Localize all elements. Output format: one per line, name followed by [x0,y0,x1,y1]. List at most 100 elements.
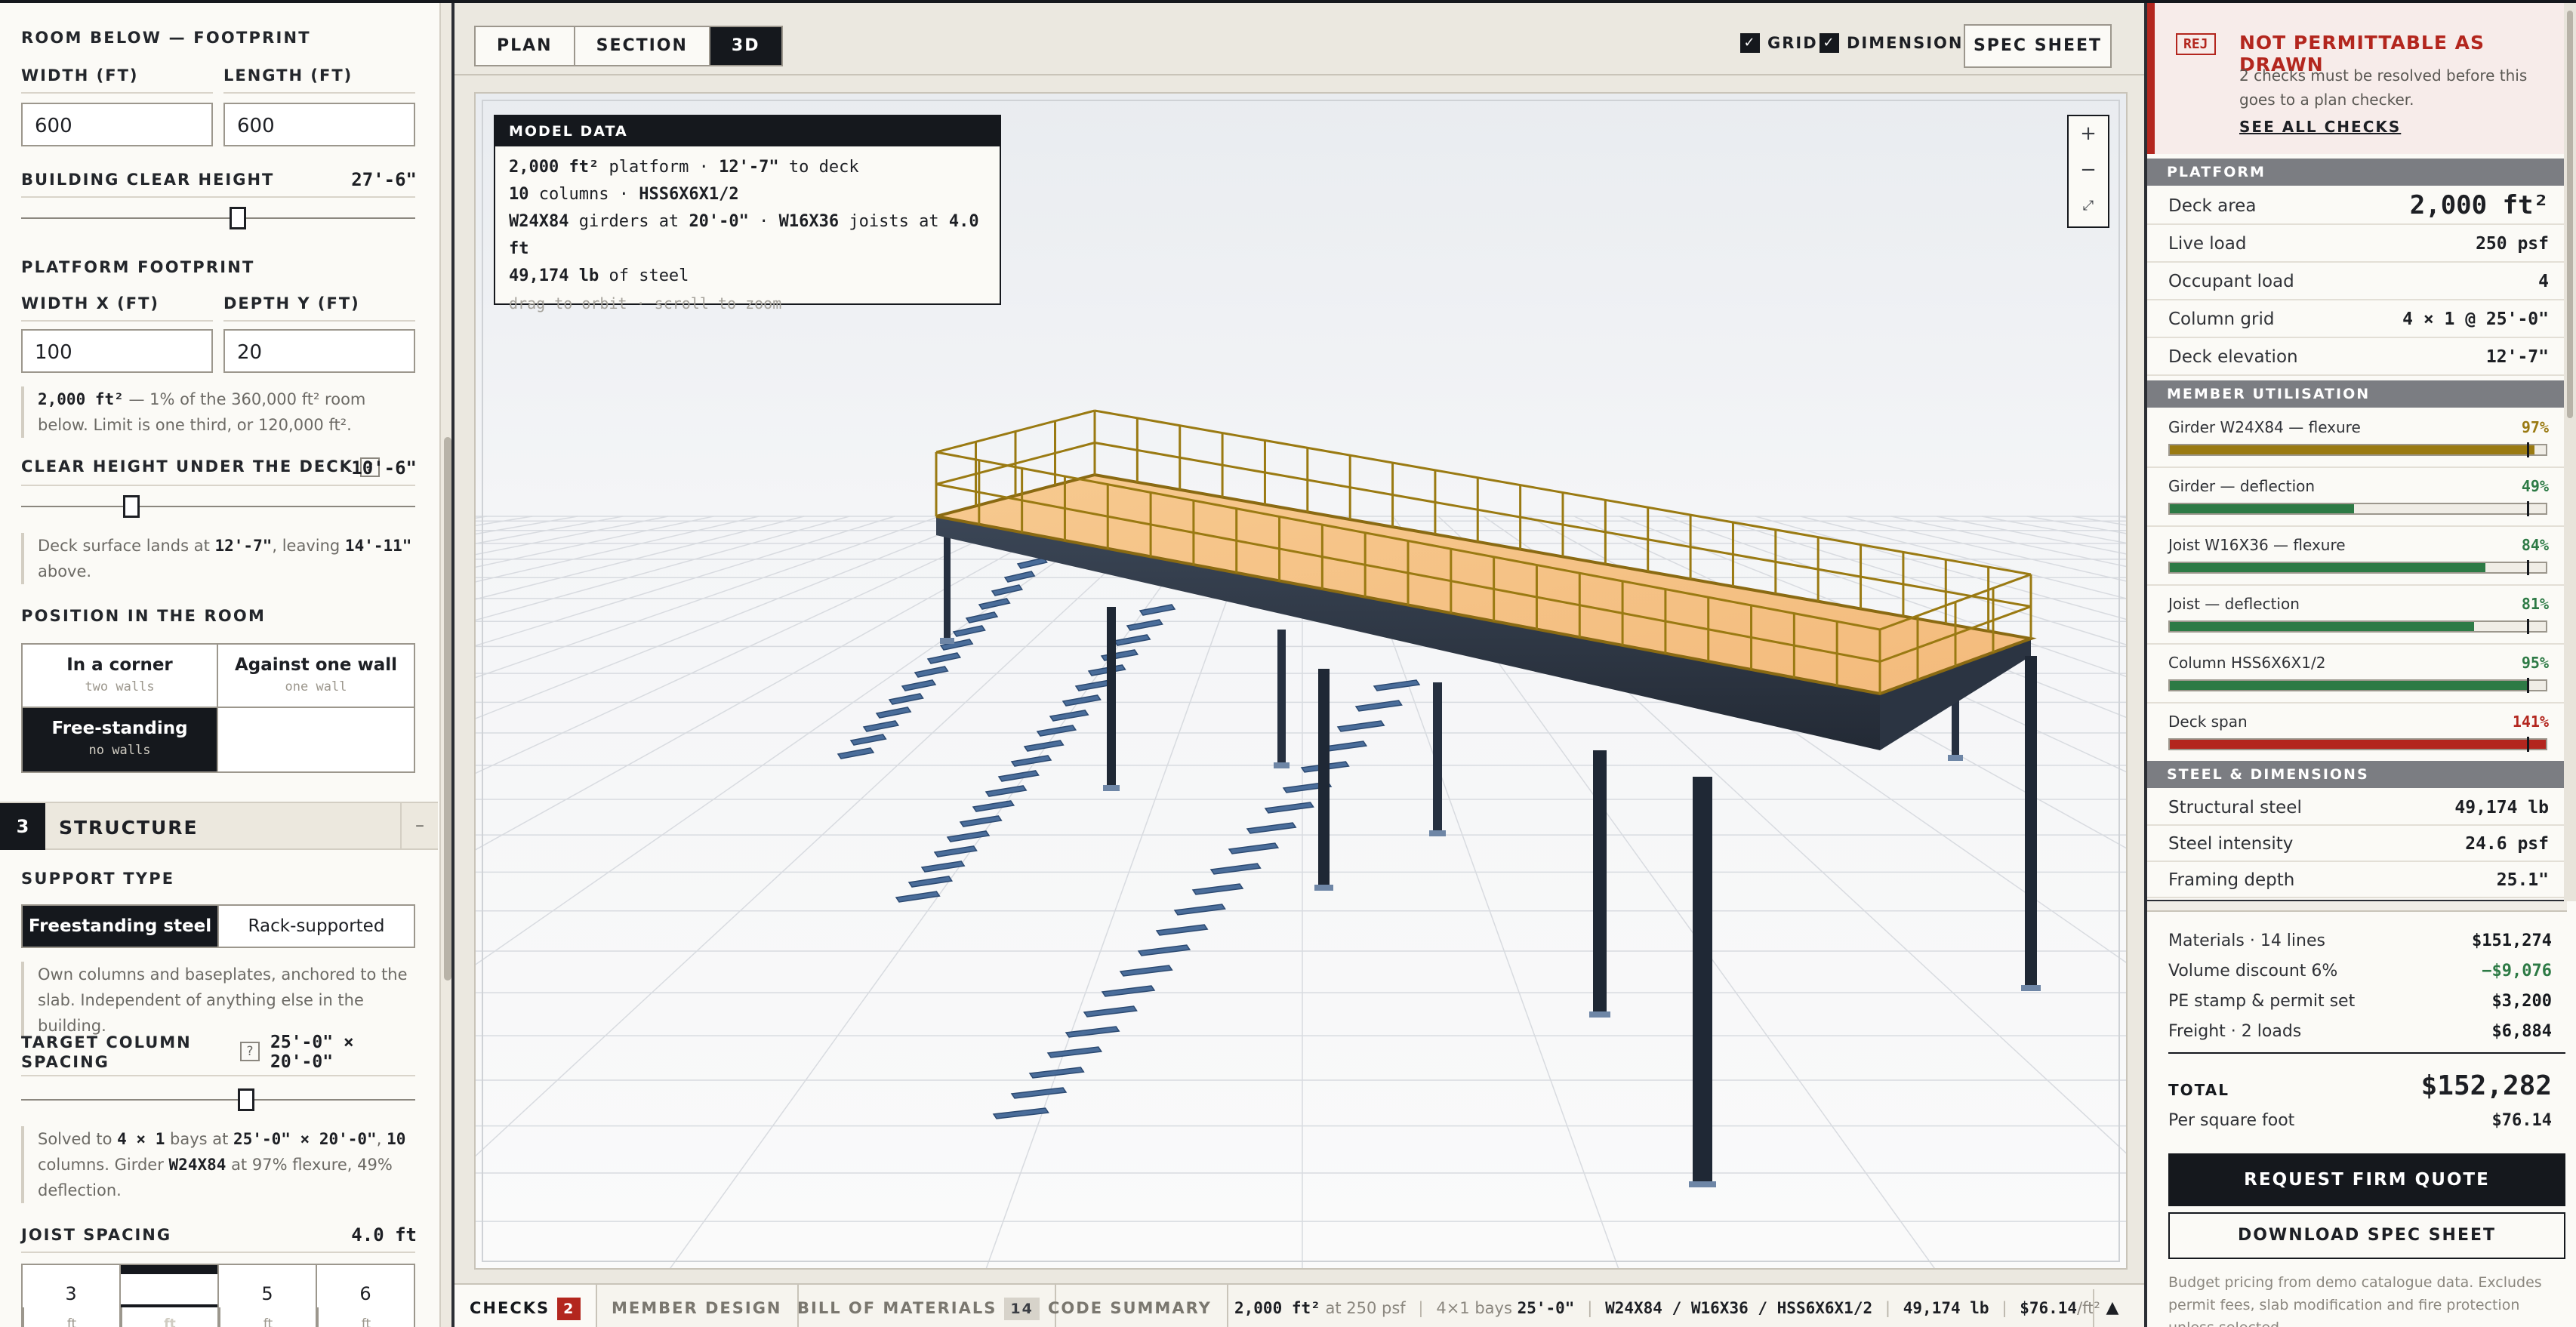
summary-strip: 2,000 ft² at 250 psf | 4×1 bays 25'-0" | W24… [1234,1285,2100,1327]
cost-label: Freight · 2 loads [2168,1022,2302,1041]
steel-row: Framing depth 25.1" [2147,862,2567,898]
expand-panel-icon[interactable]: ▲ [2093,1289,2131,1327]
utilisation-label: Joist W16X36 — flexure [2168,536,2346,554]
grid-toggle[interactable]: ✓ GRID [1740,33,1818,53]
row-value: 4 × 1 @ 25'-0" [2402,309,2549,329]
left-scrollbar[interactable] [439,3,454,1327]
utilisation-fill [2170,622,2475,631]
joist-option-4[interactable]: 4 ft [119,1265,217,1327]
model-value: 12'-7" [719,158,779,177]
model-value: 49,174 lb [509,266,599,285]
joist-option-6[interactable]: 6 ft [316,1265,414,1327]
tab-label: MEMBER DESIGN [612,1299,782,1317]
help-icon[interactable]: ? [240,1042,260,1061]
joist-number: 4 [121,1274,217,1304]
row-label: Deck elevation [2168,347,2298,367]
room-width-input[interactable]: 600 [21,103,213,146]
tab-plan[interactable]: PLAN [476,27,574,65]
position-free-standing[interactable]: Free-standing no walls [23,708,218,771]
download-spec-button[interactable]: DOWNLOAD SPEC SHEET [2168,1212,2565,1259]
see-all-checks-link[interactable]: SEE ALL CHECKS [2239,118,2401,136]
cost-value: −$9,076 [2482,962,2552,981]
model-value: 20'-0" [689,212,749,231]
structure-section-header[interactable]: 3 STRUCTURE – [0,802,438,850]
utilisation-row: Deck span 141% [2147,704,2567,762]
right-scrollbar[interactable] [2564,3,2576,901]
grid-label: GRID [1767,34,1818,52]
joist-option-5[interactable]: 5 ft [217,1265,316,1327]
collapse-icon[interactable]: – [400,803,438,850]
room-length-input[interactable]: 600 [223,103,415,146]
utilisation-limit-marker [2527,619,2530,634]
model-line-columns: 10 columns · HSS6X6X1/2 [495,181,1000,208]
utilisation-section-header: MEMBER UTILISATION [2147,380,2567,408]
option-sub: two walls [85,679,155,694]
checks-count-badge: 2 [557,1298,581,1320]
spec-sheet-button[interactable]: SPEC SHEET [1964,24,2112,68]
baseplate [940,638,954,644]
position-one-wall[interactable]: Against one wall one wall [218,645,414,708]
tab-section[interactable]: SECTION [573,27,709,65]
alert-message: 2 checks must be resolved before this go… [2239,66,2528,109]
zoom-out-icon[interactable]: − [2069,152,2108,189]
slider-handle[interactable] [123,495,140,518]
tab-bill-of-materials[interactable]: BILL OF MATERIALS 14 [782,1285,1056,1327]
row-value: 12'-7" [2485,347,2549,367]
utilisation-label: Column HSS6X6X1/2 [2168,654,2326,672]
permit-alert: REJ NOT PERMITTABLE AS DRAWN 2 checks mu… [2147,3,2567,154]
platform-depth-label: DEPTH Y (FT) [223,294,415,322]
platform-depth-input[interactable]: 20 [223,329,415,373]
platform-row: Live load 250 psf [2147,225,2567,263]
utilisation-value: 97% [2521,418,2549,436]
column-spacing-value: 25'-0" × 20'-0" [270,1033,354,1072]
request-quote-button[interactable]: REQUEST FIRM QUOTE [2168,1153,2565,1206]
summary-steel: 49,174 lb [1903,1299,1989,1317]
utilisation-row: Girder — deflection 49% [2147,468,2567,527]
dimensions-toggle[interactable]: ✓ DIMENSIONS [1820,33,1977,53]
column-spacing-text: TARGET COLUMN SPACING [21,1033,192,1071]
tab-code-summary[interactable]: CODE SUMMARY [1033,1285,1228,1327]
joist-unit: ft [121,1307,217,1327]
tab-member-design[interactable]: MEMBER DESIGN [596,1285,799,1327]
model-value: 10 [509,185,529,204]
3d-viewport[interactable]: MODEL DATA 2,000 ft² platform · 12'-7" t… [474,92,2128,1270]
deck-clear-height-slider[interactable] [21,495,415,518]
column [1593,750,1607,1014]
platform-width-input[interactable]: 100 [21,329,213,373]
scroll-thumb[interactable] [2567,11,2573,418]
row-value: 2,000 ft² [2409,190,2549,220]
fit-view-icon[interactable]: ⤢ [2069,189,2108,225]
solve-text: columns. Girder [38,1156,169,1174]
scroll-thumb[interactable] [444,437,451,981]
slider-handle[interactable] [230,207,247,229]
section-title: STRUCTURE [59,817,199,839]
option-title: Free-standing [51,719,188,738]
building-clear-height-slider[interactable] [21,207,415,229]
position-options: In a corner two walls Against one wall one… [21,643,415,773]
dimensions-label: DIMENSIONS [1847,34,1977,52]
option-title: In a corner [66,655,173,675]
row-label: Deck area [2168,196,2257,216]
utilisation-value: 141% [2512,713,2549,731]
model-data-card: MODEL DATA 2,000 ft² platform · 12'-7" t… [494,115,1001,313]
utilisation-fill [2170,740,2546,749]
model-line-framing: W24X84 girders at 20'-0" · W16X36 joists… [495,208,1000,263]
support-rack[interactable]: Rack-supported [217,906,414,947]
divider: | [1416,1299,1426,1317]
cost-row: Volume discount 6% −$9,076 [2147,962,2567,992]
utilisation-value: 81% [2521,595,2549,613]
tab-checks[interactable]: CHECKS 2 [454,1285,598,1327]
support-freestanding[interactable]: Freestanding steel [23,906,217,947]
slider-handle[interactable] [237,1088,254,1111]
joist-option-3[interactable]: 3 ft [23,1265,119,1327]
tab-3d[interactable]: 3D [708,27,781,65]
total-value: $152,282 [2420,1070,2552,1101]
column-spacing-slider[interactable] [21,1088,415,1111]
model-text: of steel [599,266,689,285]
platform-footprint-heading: PLATFORM FOOTPRINT [21,258,255,276]
zoom-in-icon[interactable]: + [2069,116,2108,152]
cost-value: $3,200 [2491,992,2552,1011]
per-sqft-value: $76.14 [2491,1111,2552,1130]
position-corner[interactable]: In a corner two walls [23,645,218,708]
bottom-panel-bar: CHECKS 2 MEMBER DESIGN BILL OF MATERIALS 1… [454,1283,2144,1327]
